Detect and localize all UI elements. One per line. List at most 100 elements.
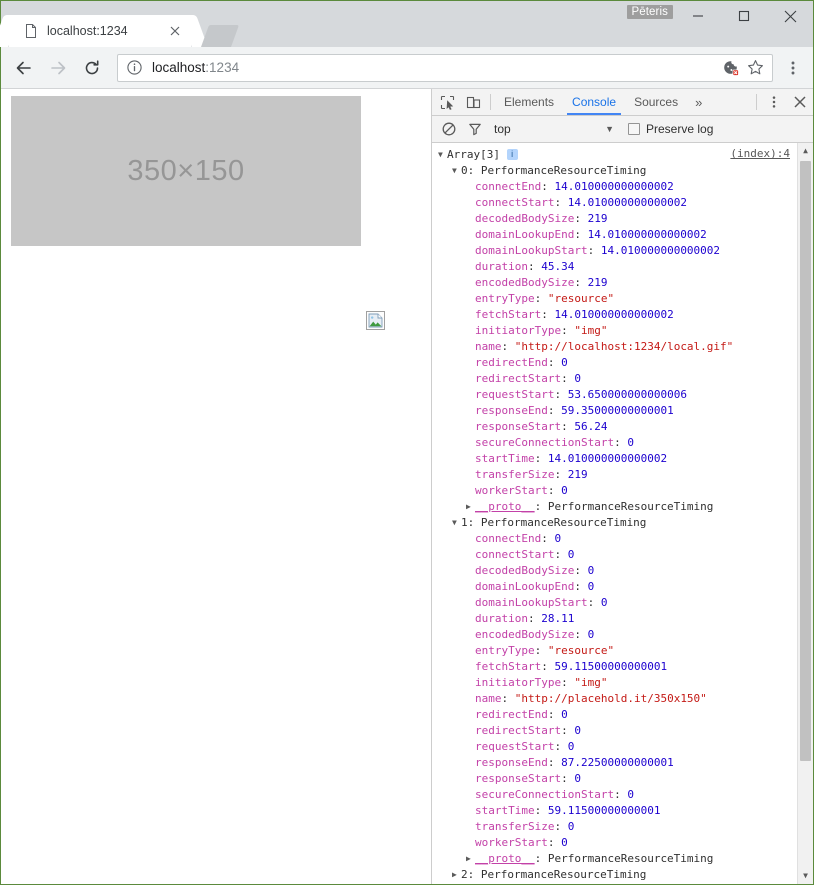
scroll-down-icon[interactable]: ▼ [798, 868, 813, 884]
console-line[interactable]: responseEnd: 87.22500000000001 [432, 755, 813, 771]
property-name: requestStart [475, 740, 555, 753]
console-line[interactable]: initiatorType: "img" [432, 323, 813, 339]
console-text: 2: PerformanceResourceTiming [461, 868, 647, 881]
console-line[interactable]: redirectStart: 0 [432, 723, 813, 739]
preserve-log-checkbox[interactable] [628, 123, 640, 135]
preserve-log-toggle[interactable]: Preserve log [628, 122, 713, 136]
console-line[interactable]: connectEnd: 0 [432, 531, 813, 547]
console-line[interactable]: secureConnectionStart: 0 [432, 435, 813, 451]
browser-tab[interactable]: localhost:1234 [9, 15, 191, 47]
clear-console-icon[interactable] [436, 122, 462, 136]
console-line[interactable]: ▶ __proto__: PerformanceResourceTiming [432, 499, 813, 515]
device-toolbar-icon[interactable] [460, 89, 486, 115]
console-line[interactable]: responseEnd: 59.35000000000001 [432, 403, 813, 419]
scroll-up-icon[interactable]: ▲ [798, 143, 813, 159]
console-line[interactable]: duration: 28.11 [432, 611, 813, 627]
console-text: : [547, 484, 562, 497]
property-name: startTime [475, 452, 535, 465]
console-line[interactable]: encodedBodySize: 219 [432, 275, 813, 291]
console-line[interactable]: domainLookupEnd: 14.010000000000002 [432, 227, 813, 243]
console-line[interactable]: entryType: "resource" [432, 643, 813, 659]
console-line[interactable]: connectStart: 14.010000000000002 [432, 195, 813, 211]
property-name: responseEnd [475, 756, 548, 769]
url-host: localhost [152, 60, 206, 75]
address-bar-url: localhost:1234 [152, 60, 720, 75]
property-name: duration [475, 612, 528, 625]
page-info-icon[interactable] [126, 59, 144, 77]
console-text: : [554, 548, 568, 561]
console-line[interactable]: decodedBodySize: 219 [432, 211, 813, 227]
expand-triangle-closed-icon[interactable]: ▶ [466, 499, 475, 515]
scrollbar-thumb[interactable] [800, 161, 811, 761]
console-line[interactable]: domainLookupStart: 0 [432, 595, 813, 611]
expand-triangle-closed-icon[interactable]: ▶ [452, 867, 461, 883]
console-line[interactable]: fetchStart: 14.010000000000002 [432, 307, 813, 323]
tab-console[interactable]: Console [563, 89, 625, 115]
console-line[interactable]: ▶ __proto__: PerformanceResourceTiming [432, 851, 813, 867]
console-line[interactable]: responseStart: 56.24 [432, 419, 813, 435]
cookie-blocked-icon[interactable] [720, 57, 742, 79]
console-line[interactable]: fetchStart: 59.11500000000001 [432, 659, 813, 675]
console-line[interactable]: workerStart: 0 [432, 483, 813, 499]
console-text: : [561, 324, 575, 337]
console-scrollbar[interactable]: ▲ ▼ [797, 143, 813, 884]
console-line[interactable]: ▼ 0: PerformanceResourceTiming [432, 163, 813, 179]
console-line[interactable]: domainLookupEnd: 0 [432, 579, 813, 595]
console-line[interactable]: redirectStart: 0 [432, 371, 813, 387]
console-line[interactable]: duration: 45.34 [432, 259, 813, 275]
console-line[interactable]: entryType: "resource" [432, 291, 813, 307]
console-line[interactable]: responseStart: 0 [432, 771, 813, 787]
console-line[interactable]: redirectEnd: 0 [432, 355, 813, 371]
expand-triangle-open-icon[interactable]: ▼ [452, 515, 461, 531]
property-name: workerStart [475, 484, 548, 497]
tab-sources[interactable]: Sources [625, 89, 687, 115]
console-line[interactable]: encodedBodySize: 0 [432, 627, 813, 643]
console-line[interactable]: secureConnectionStart: 0 [432, 787, 813, 803]
expand-triangle-open-icon[interactable]: ▼ [438, 147, 447, 163]
console-output[interactable]: (index):4 ▼ Array[3] i ▼ 0: PerformanceReso… [432, 143, 813, 884]
close-icon[interactable] [767, 1, 813, 31]
console-line[interactable]: connectStart: 0 [432, 547, 813, 563]
console-line[interactable]: ▼ 1: PerformanceResourceTiming [432, 515, 813, 531]
address-bar[interactable]: localhost:1234 [117, 53, 773, 82]
expand-triangle-open-icon[interactable]: ▼ [452, 163, 461, 179]
console-line[interactable]: startTime: 14.010000000000002 [432, 451, 813, 467]
toolbar-divider [490, 94, 491, 110]
execution-context-select[interactable]: top ▼ [494, 122, 622, 136]
console-line[interactable]: domainLookupStart: 14.010000000000002 [432, 243, 813, 259]
expand-triangle-closed-icon[interactable]: ▶ [466, 851, 475, 867]
console-source-link[interactable]: (index):4 [730, 146, 790, 162]
console-line[interactable]: decodedBodySize: 0 [432, 563, 813, 579]
star-icon[interactable] [744, 57, 766, 79]
property-name: name [475, 692, 502, 705]
tab-close-icon[interactable] [167, 23, 183, 39]
console-line[interactable]: name: "http://placehold.it/350x150" [432, 691, 813, 707]
property-name: connectEnd [475, 532, 542, 545]
console-line[interactable]: connectEnd: 14.010000000000002 [432, 179, 813, 195]
three-dot-menu-icon[interactable] [779, 53, 807, 83]
profile-name-chip[interactable]: Pēteris [626, 5, 673, 19]
console-line[interactable]: name: "http://localhost:1234/local.gif" [432, 339, 813, 355]
console-line[interactable]: requestStart: 0 [432, 739, 813, 755]
minimize-icon[interactable] [675, 1, 721, 31]
maximize-icon[interactable] [721, 1, 767, 31]
console-line[interactable]: workerStart: 0 [432, 835, 813, 851]
devtools-close-icon[interactable] [787, 89, 813, 115]
back-arrow-icon[interactable] [9, 53, 39, 83]
console-line[interactable]: transferSize: 0 [432, 819, 813, 835]
console-line[interactable]: startTime: 59.11500000000001 [432, 803, 813, 819]
console-line[interactable]: ▶ 2: PerformanceResourceTiming [432, 867, 813, 883]
console-line[interactable]: initiatorType: "img" [432, 675, 813, 691]
console-text: : [541, 308, 555, 321]
devtools-menu-icon[interactable] [761, 89, 787, 115]
tab-overflow-icon[interactable]: » [687, 89, 710, 115]
console-line[interactable]: transferSize: 219 [432, 467, 813, 483]
new-tab-button[interactable] [200, 25, 240, 47]
console-line[interactable]: requestStart: 53.650000000000006 [432, 387, 813, 403]
filter-funnel-icon[interactable] [462, 122, 488, 136]
tab-elements[interactable]: Elements [495, 89, 563, 115]
property-value-number: 53.650000000000006 [567, 388, 687, 401]
console-line[interactable]: redirectEnd: 0 [432, 707, 813, 723]
inspect-element-icon[interactable] [434, 89, 460, 115]
reload-icon[interactable] [77, 53, 107, 83]
